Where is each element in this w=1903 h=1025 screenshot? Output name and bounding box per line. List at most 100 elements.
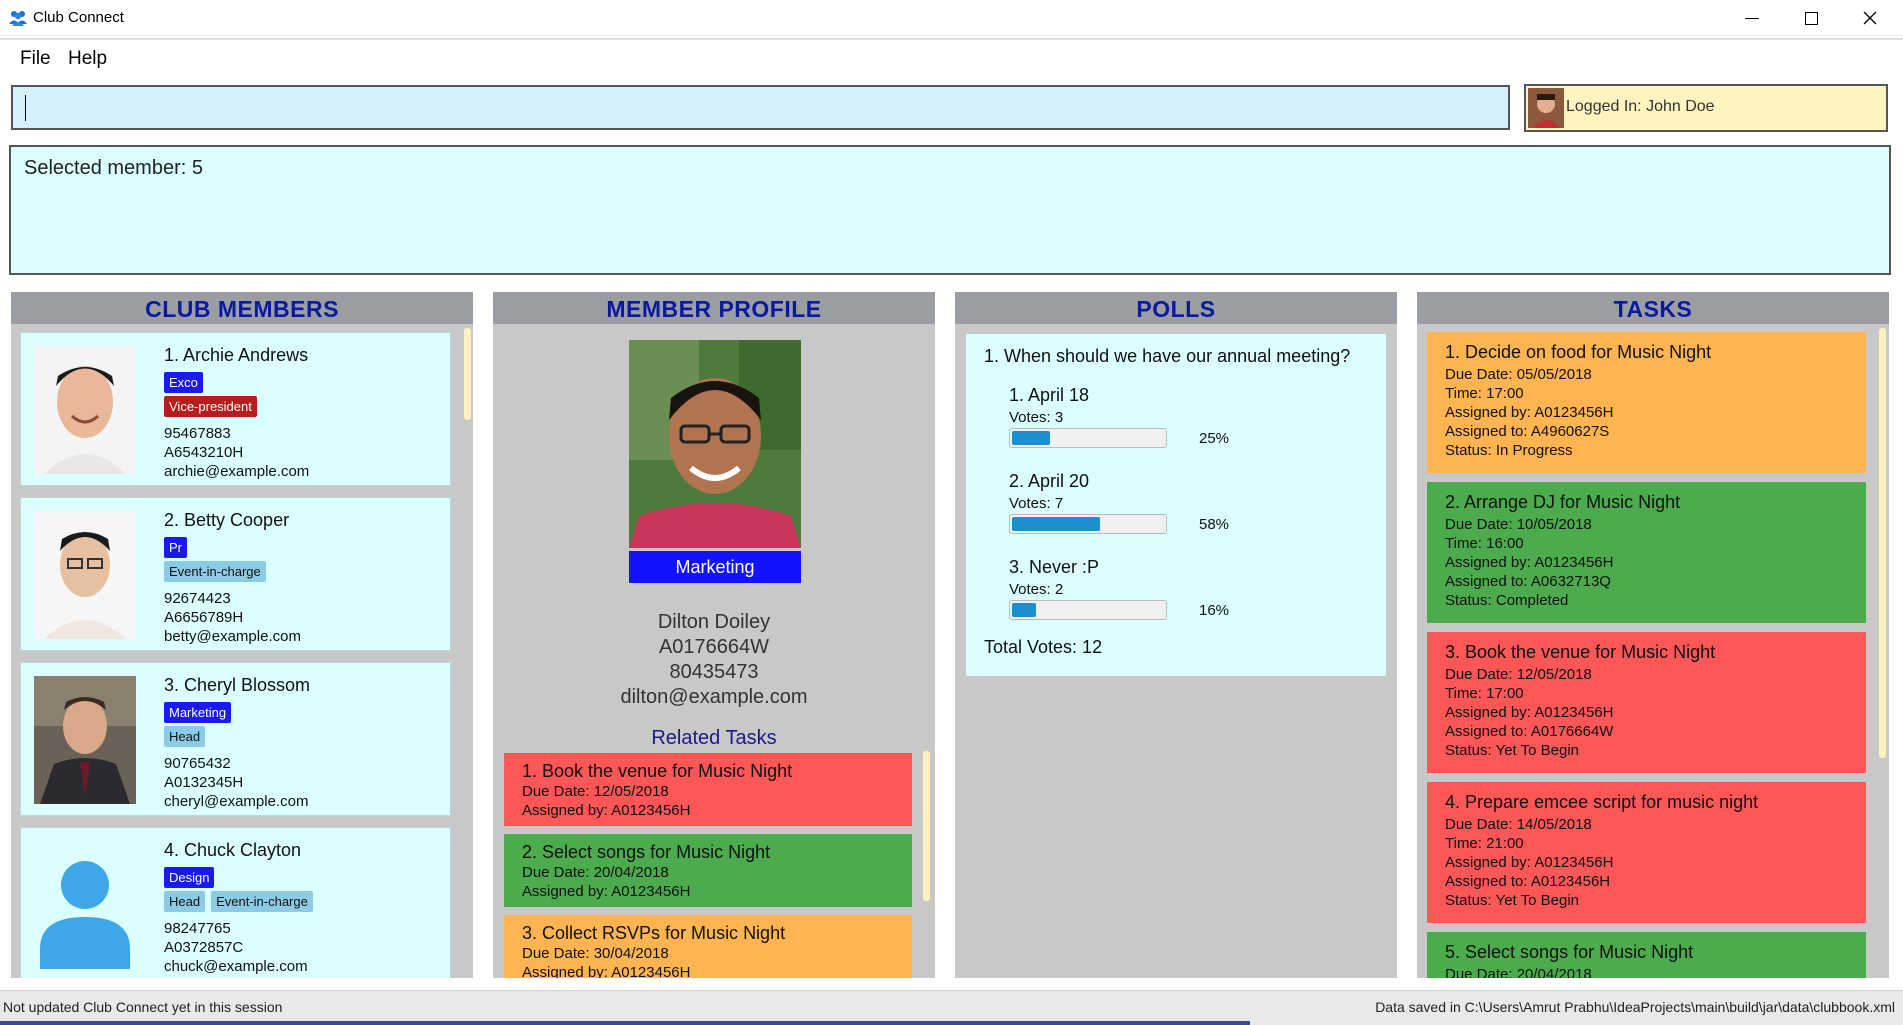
- member-photo: [34, 676, 136, 804]
- poll-option-percent: 58%: [1199, 516, 1230, 533]
- task-assigned-to: Assigned to: A0123456H: [1445, 873, 1611, 890]
- task-assigned-by: Assigned by: A0123456H: [1445, 854, 1614, 871]
- poll-option-label: 2. April 20: [1009, 471, 1090, 491]
- member-name: 2. Betty Cooper: [164, 510, 290, 530]
- profile-group-tag: Marketing: [629, 551, 801, 583]
- member-matric: A0132345H: [164, 774, 244, 791]
- task-status: Status: Yet To Begin: [1445, 742, 1579, 759]
- tag-badge: Marketing: [164, 702, 232, 723]
- task-card[interactable]: 3. Book the venue for Music Night Due Da…: [1427, 632, 1866, 773]
- task-title: 1. Decide on food for Music Night: [1445, 342, 1712, 362]
- task-title: 2. Arrange DJ for Music Night: [1445, 492, 1681, 512]
- tag-badge: Event-in-charge: [211, 891, 313, 912]
- text-caret: [25, 95, 26, 121]
- menu-help[interactable]: Help: [68, 48, 107, 70]
- member-list[interactable]: 1. Archie Andrews Exco Vice-president 95…: [11, 324, 473, 978]
- tag-badge: Head: [164, 891, 206, 912]
- profile-photo: [629, 340, 801, 548]
- task-card[interactable]: 2. Arrange DJ for Music Night Due Date: …: [1427, 482, 1866, 623]
- tag-row: Vice-president: [164, 396, 257, 417]
- task-due: Due Date: 30/04/2018: [522, 945, 669, 962]
- panel-header: MEMBER PROFILE: [493, 292, 935, 324]
- member-card[interactable]: 1. Archie Andrews Exco Vice-president 95…: [20, 332, 451, 486]
- menu-file[interactable]: File: [20, 48, 51, 70]
- maximize-icon: [1804, 11, 1818, 25]
- poll-option-votes: Votes: 7: [1009, 495, 1064, 512]
- member-card[interactable]: 4. Chuck Clayton Design Head Event-in-ch…: [20, 827, 451, 978]
- profile-body: Marketing Dilton Doiley A0176664W 804354…: [493, 324, 935, 978]
- task-due: Due Date: 10/05/2018: [1445, 516, 1592, 533]
- tag-badge: Pr: [164, 537, 187, 558]
- task-time: Time: 17:00: [1445, 385, 1524, 402]
- close-button[interactable]: [1841, 0, 1899, 36]
- task-title: 3. Collect RSVPs for Music Night: [522, 923, 786, 943]
- command-input[interactable]: [11, 85, 1510, 130]
- member-email: betty@example.com: [164, 628, 301, 645]
- related-task-card[interactable]: 2. Select songs for Music Night Due Date…: [504, 834, 912, 907]
- member-photo: [34, 511, 136, 639]
- task-card[interactable]: 5. Select songs for Music Night Due Date…: [1427, 932, 1866, 978]
- tag-badge: Event-in-charge: [164, 561, 266, 582]
- poll-option-label: 1. April 18: [1009, 385, 1090, 405]
- window-title: Club Connect: [33, 9, 124, 26]
- task-assigned-by: Assigned by: A0123456H: [522, 883, 691, 900]
- tag-row: Design: [164, 867, 215, 888]
- task-title: 5. Select songs for Music Night: [1445, 942, 1694, 962]
- panel-header: CLUB MEMBERS: [11, 292, 473, 324]
- member-matric: A0372857C: [164, 939, 244, 956]
- task-title: 2. Select songs for Music Night: [522, 842, 771, 862]
- default-avatar-icon: [34, 841, 136, 969]
- task-title: 4. Prepare emcee script for music night: [1445, 792, 1759, 812]
- member-phone: 92674423: [164, 590, 231, 607]
- member-email: archie@example.com: [164, 463, 310, 480]
- task-card[interactable]: 4. Prepare emcee script for music night …: [1427, 782, 1866, 923]
- profile-phone: 80435473: [669, 661, 759, 683]
- panel-header: POLLS: [955, 292, 1397, 324]
- poll-option-label: 3. Never :P: [1009, 557, 1100, 577]
- task-due: Due Date: 05/05/2018: [1445, 366, 1592, 383]
- related-tasks-title: Related Tasks: [651, 727, 777, 749]
- task-status: Status: Completed: [1445, 592, 1569, 609]
- polls-panel: POLLS 1. When should we have our annual …: [955, 292, 1397, 978]
- scrollbar-thumb[interactable]: [464, 328, 471, 420]
- member-phone: 95467883: [164, 425, 231, 442]
- task-list[interactable]: 1. Decide on food for Music Night Due Da…: [1417, 324, 1889, 978]
- task-assigned-by: Assigned by: A0123456H: [1445, 554, 1614, 571]
- poll-total-votes: Total Votes: 12: [984, 637, 1103, 657]
- login-status: Logged In: John Doe: [1524, 84, 1888, 132]
- sync-status: Not updated Club Connect yet in this ses…: [3, 999, 283, 1015]
- task-due: Due Date: 20/04/2018: [1445, 966, 1592, 978]
- task-assigned-to: Assigned to: A0632713Q: [1445, 573, 1611, 590]
- poll-option-votes: Votes: 2: [1009, 581, 1064, 598]
- poll-progress-fill: [1012, 431, 1050, 445]
- tag-badge: Design: [164, 867, 215, 888]
- member-card[interactable]: 2. Betty Cooper Pr Event-in-charge 92674…: [20, 497, 451, 651]
- task-due: Due Date: 12/05/2018: [1445, 666, 1592, 683]
- task-assigned-to: Assigned to: A0176664W: [1445, 723, 1614, 740]
- member-card[interactable]: 3. Cheryl Blossom Marketing Head 9076543…: [20, 662, 451, 816]
- task-assigned-by: Assigned by: A0123456H: [1445, 704, 1614, 721]
- poll-card[interactable]: 1. When should we have our annual meetin…: [966, 334, 1386, 676]
- status-bar: Not updated Club Connect yet in this ses…: [0, 990, 1903, 1025]
- tag-badge: Vice-president: [164, 396, 257, 417]
- task-time: Time: 17:00: [1445, 685, 1524, 702]
- tag-row: Pr: [164, 537, 187, 558]
- maximize-button[interactable]: [1782, 0, 1840, 36]
- related-task-card[interactable]: 1. Book the venue for Music Night Due Da…: [504, 753, 912, 826]
- profile-name: Dilton Doiley: [657, 611, 771, 633]
- related-task-card[interactable]: 3. Collect RSVPs for Music Night Due Dat…: [504, 915, 912, 978]
- tag-row: Event-in-charge: [164, 561, 266, 582]
- panel-header: TASKS: [1417, 292, 1889, 324]
- member-profile-panel: MEMBER PROFILE Marketing Dilton Doiley A…: [493, 292, 935, 978]
- scrollbar-thumb[interactable]: [1879, 328, 1886, 758]
- poll-progress-fill: [1012, 517, 1101, 531]
- tasks-panel: TASKS 1. Decide on food for Music Night …: [1417, 292, 1889, 978]
- task-status: Status: In Progress: [1445, 442, 1573, 459]
- task-card[interactable]: 1. Decide on food for Music Night Due Da…: [1427, 332, 1866, 473]
- task-assigned-by: Assigned by: A0123456H: [522, 964, 691, 978]
- poll-question: 1. When should we have our annual meetin…: [984, 346, 1351, 366]
- minimize-button[interactable]: [1723, 0, 1781, 36]
- poll-progress-bar: [1009, 600, 1167, 620]
- poll-option-votes: Votes: 3: [1009, 409, 1064, 426]
- scrollbar-thumb[interactable]: [923, 751, 930, 901]
